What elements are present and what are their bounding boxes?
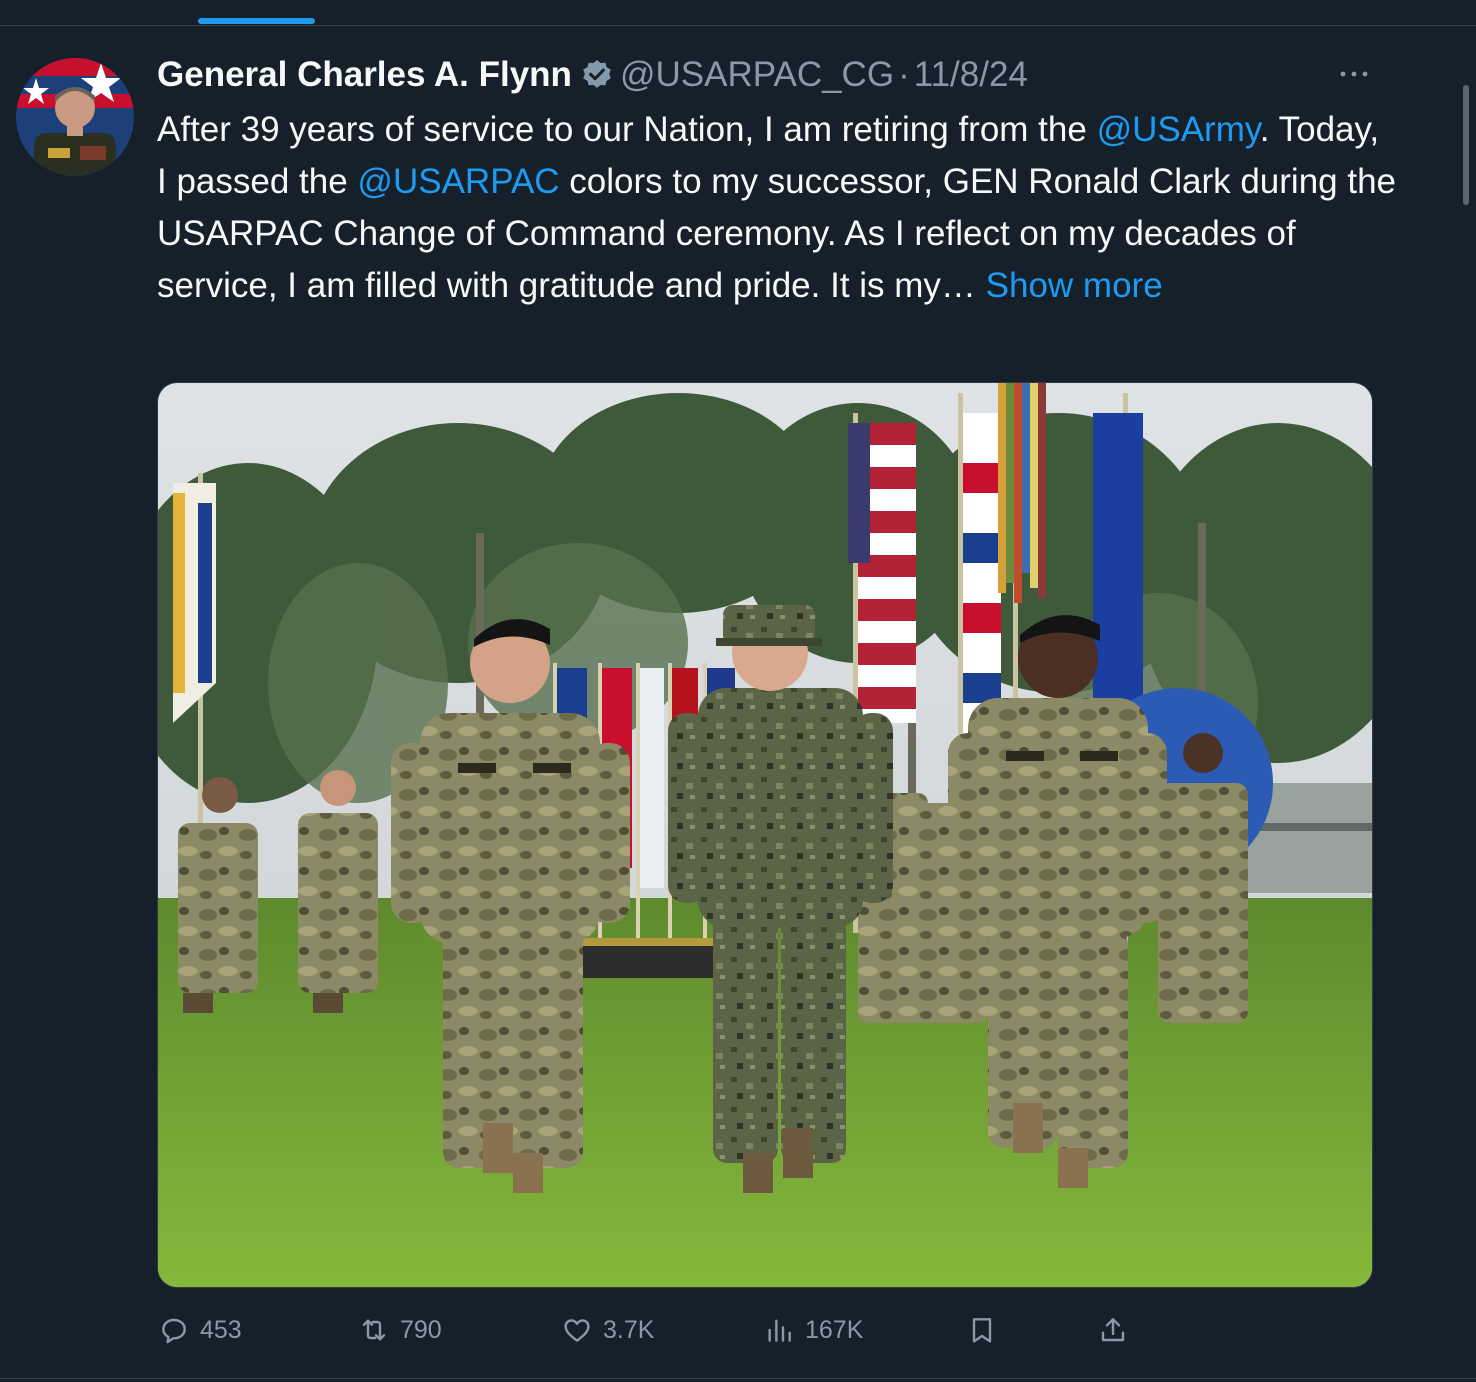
like-count: 3.7K — [603, 1315, 655, 1344]
reply-count: 453 — [200, 1315, 242, 1344]
header-separator: · — [898, 55, 910, 94]
verified-badge-icon[interactable] — [580, 58, 614, 92]
repost-button[interactable]: 790 — [358, 1308, 442, 1352]
share-icon — [1101, 1318, 1125, 1342]
tweet-text-part: After 39 years of service to our Nation,… — [157, 110, 1097, 149]
tweet-text: After 39 years of service to our Nation,… — [157, 104, 1397, 312]
views-icon — [768, 1319, 791, 1342]
mention-usarpac-link[interactable]: @USARPAC — [357, 162, 559, 201]
share-button[interactable] — [1097, 1308, 1139, 1352]
tweet-date[interactable]: 11/8/24 — [914, 55, 1028, 95]
repost-icon — [362, 1319, 386, 1341]
tweet-divider — [0, 1378, 1476, 1379]
tweet-media-photo[interactable] — [157, 382, 1373, 1288]
scrollbar-thumb[interactable] — [1463, 85, 1469, 205]
author-avatar[interactable] — [16, 58, 134, 176]
bookmark-button[interactable] — [966, 1308, 1008, 1352]
active-tab-indicator — [198, 18, 315, 24]
like-button[interactable]: 3.7K — [561, 1308, 654, 1352]
author-name[interactable]: General Charles A. Flynn — [157, 55, 572, 95]
tweet-header: General Charles A. Flynn @USARPAC_CG · 1… — [157, 52, 1028, 98]
like-icon — [564, 1319, 590, 1342]
mention-usarmy-link[interactable]: @USArmy — [1097, 110, 1260, 149]
views-count: 167K — [805, 1315, 864, 1344]
ceremony-photo — [158, 383, 1372, 1287]
views-button[interactable]: 167K — [763, 1308, 863, 1352]
top-tab-bar — [0, 0, 1476, 26]
bookmark-icon — [972, 1318, 992, 1343]
reply-icon — [162, 1318, 186, 1344]
author-handle[interactable]: @USARPAC_CG — [620, 55, 894, 95]
show-more-link[interactable]: Show more — [986, 266, 1163, 305]
avatar-image — [16, 58, 134, 176]
tweet-actions-bar: 453 790 3.7K 167K — [0, 1308, 1476, 1352]
repost-count: 790 — [400, 1315, 442, 1344]
reply-button[interactable]: 453 — [158, 1308, 242, 1352]
more-options-icon[interactable] — [1336, 64, 1372, 84]
